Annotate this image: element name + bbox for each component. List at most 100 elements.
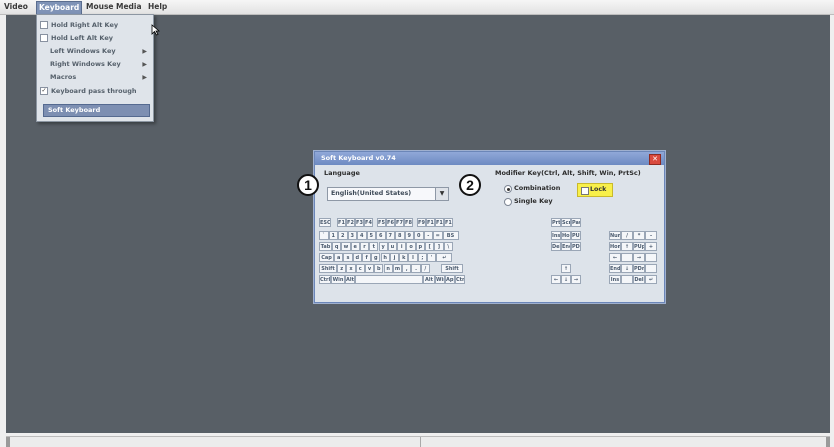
- menu-item-keyboard-pass-through[interactable]: ✓ Keyboard pass through: [40, 86, 149, 97]
- key[interactable]: Del: [633, 275, 645, 284]
- key[interactable]: t: [369, 242, 379, 251]
- key[interactable]: Del: [551, 242, 561, 251]
- menu-video[interactable]: Video: [2, 1, 30, 13]
- menu-item-right-windows-key[interactable]: Right Windows Key ▶: [40, 59, 149, 70]
- key[interactable]: Hom: [609, 242, 621, 251]
- key[interactable]: Paus: [571, 218, 581, 227]
- key[interactable]: F11: [435, 218, 444, 227]
- key[interactable]: [645, 264, 657, 273]
- key[interactable]: F2: [346, 218, 355, 227]
- key[interactable]: F9: [417, 218, 426, 227]
- key[interactable]: PUp: [571, 231, 581, 240]
- key[interactable]: BS: [442, 231, 459, 240]
- key[interactable]: F8: [404, 218, 413, 227]
- key[interactable]: [621, 253, 633, 262]
- key[interactable]: u: [387, 242, 398, 251]
- key[interactable]: 0: [414, 231, 424, 240]
- key[interactable]: s: [343, 253, 353, 262]
- key[interactable]: `: [319, 231, 329, 240]
- key[interactable]: [645, 253, 657, 262]
- key[interactable]: n: [383, 264, 393, 273]
- key[interactable]: PUp: [633, 242, 645, 251]
- key[interactable]: c: [355, 264, 365, 273]
- key[interactable]: b: [374, 264, 384, 273]
- key[interactable]: 9: [404, 231, 414, 240]
- key[interactable]: *: [633, 231, 645, 240]
- key[interactable]: 1: [328, 231, 338, 240]
- key[interactable]: x: [346, 264, 356, 273]
- single-key-radio[interactable]: [504, 198, 512, 206]
- key[interactable]: =: [433, 231, 443, 240]
- key[interactable]: 2: [338, 231, 348, 240]
- key[interactable]: \: [443, 242, 453, 251]
- key[interactable]: →: [633, 253, 645, 262]
- key[interactable]: PDn: [633, 264, 645, 273]
- key[interactable]: [621, 275, 633, 284]
- key[interactable]: PrtSc: [551, 218, 561, 227]
- key[interactable]: w: [341, 242, 351, 251]
- menu-media[interactable]: Media: [114, 1, 144, 13]
- key[interactable]: ScrLk: [561, 218, 571, 227]
- key[interactable]: F12: [444, 218, 453, 227]
- key[interactable]: ↑: [621, 242, 633, 251]
- key[interactable]: [: [425, 242, 435, 251]
- key[interactable]: f: [361, 253, 372, 262]
- key[interactable]: v: [364, 264, 375, 273]
- key[interactable]: d: [352, 253, 362, 262]
- key[interactable]: End: [561, 242, 571, 251]
- key[interactable]: ↓: [561, 275, 571, 284]
- key[interactable]: Shift: [441, 264, 463, 273]
- dialog-title-bar[interactable]: Soft Keyboard v0.74 ✕: [315, 152, 664, 165]
- key[interactable]: Alt: [423, 275, 435, 284]
- key[interactable]: 4: [357, 231, 367, 240]
- key[interactable]: +: [645, 242, 657, 251]
- key[interactable]: ;: [417, 253, 427, 262]
- key[interactable]: 6: [376, 231, 386, 240]
- key[interactable]: p: [415, 242, 425, 251]
- key[interactable]: F4: [364, 218, 373, 227]
- key[interactable]: F6: [386, 218, 395, 227]
- key[interactable]: o: [406, 242, 416, 251]
- menu-item-hold-left-alt[interactable]: Hold Left Alt Key: [40, 33, 149, 44]
- combination-radio[interactable]: [504, 185, 512, 193]
- key[interactable]: App: [445, 275, 455, 284]
- key[interactable]: i: [397, 242, 407, 251]
- chevron-down-icon[interactable]: ▼: [435, 188, 448, 200]
- menu-item-macros[interactable]: Macros ▶: [40, 72, 149, 83]
- key[interactable]: ESC: [319, 218, 331, 227]
- key[interactable]: r: [359, 242, 370, 251]
- lock-checkbox[interactable]: Lock: [577, 183, 613, 197]
- key[interactable]: 8: [395, 231, 405, 240]
- menu-item-hold-right-alt[interactable]: Hold Right Alt Key: [40, 20, 149, 31]
- key[interactable]: ↑: [561, 264, 571, 273]
- key[interactable]: j: [389, 253, 400, 262]
- menu-item-soft-keyboard[interactable]: Soft Keyboard: [43, 104, 150, 117]
- key[interactable]: Ins: [609, 275, 621, 284]
- key[interactable]: ↓: [621, 264, 633, 273]
- key[interactable]: -: [423, 231, 433, 240]
- key[interactable]: F1: [337, 218, 346, 227]
- language-select[interactable]: English(United States) ▼: [327, 187, 449, 201]
- key[interactable]: End: [609, 264, 621, 273]
- key[interactable]: ←: [609, 253, 621, 262]
- key[interactable]: 3: [347, 231, 357, 240]
- key[interactable]: ↵: [645, 275, 657, 284]
- key[interactable]: k: [399, 253, 409, 262]
- key[interactable]: -: [645, 231, 657, 240]
- key[interactable]: q: [332, 242, 342, 251]
- key[interactable]: NumL: [609, 231, 621, 240]
- key[interactable]: a: [334, 253, 344, 262]
- key[interactable]: /: [621, 231, 633, 240]
- key[interactable]: →: [571, 275, 581, 284]
- key[interactable]: [355, 275, 423, 284]
- menu-help[interactable]: Help: [146, 1, 169, 13]
- key[interactable]: .: [411, 264, 421, 273]
- key[interactable]: Tab: [319, 242, 332, 251]
- key[interactable]: /: [420, 264, 430, 273]
- key[interactable]: Shift: [319, 264, 337, 273]
- key[interactable]: Ins: [551, 231, 561, 240]
- key[interactable]: Win: [331, 275, 345, 284]
- key[interactable]: F3: [355, 218, 364, 227]
- key[interactable]: ←: [551, 275, 561, 284]
- key[interactable]: 5: [366, 231, 376, 240]
